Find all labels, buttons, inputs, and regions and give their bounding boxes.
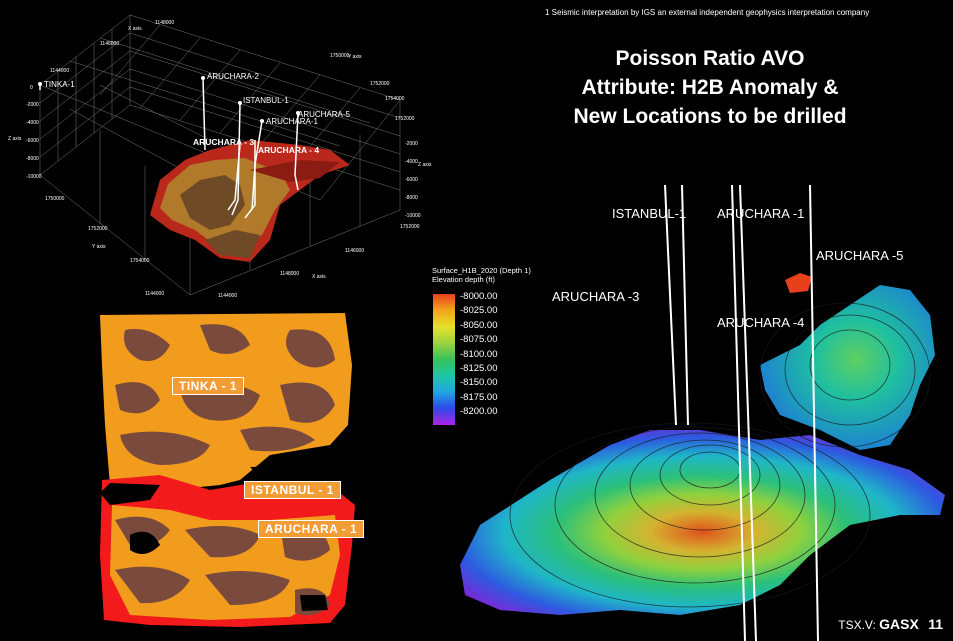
cube-well-aruchara-2: ARUCHARA-2	[207, 72, 260, 81]
legend-tick: -8100.00	[460, 348, 498, 360]
footnote: 1 Seismic interpretation by IGS an exter…	[545, 8, 870, 17]
cube-bottom-tick: 1146000	[345, 248, 364, 254]
legend-tick: -8175.00	[460, 391, 498, 403]
surface-well-aruchara-4: ARUCHARA -4	[717, 315, 804, 330]
cube-right-z-tick: -8000	[405, 195, 418, 201]
cube-x-axis-label: X axis	[128, 26, 142, 32]
cube-y-tick: 1750000	[330, 53, 350, 59]
cube-x-tick: 1148000	[155, 20, 174, 26]
map-label-istanbul-1: ISTANBUL - 1	[244, 481, 341, 499]
legend-tick: -8150.00	[460, 377, 498, 389]
legend-tick: -8200.00	[460, 406, 498, 418]
footer: TSX.V: GASX 11	[838, 616, 943, 632]
cube-right-y-tick: 1752000	[400, 224, 420, 230]
cube-left-y-tick: 1754000	[130, 258, 150, 264]
slide-title: Poisson Ratio AVO Attribute: H2B Anomaly…	[540, 44, 880, 131]
cube-3d-view: TINKA-1 ARUCHARA-2 ISTANBUL-1 ARUCHARA-5…	[8, 14, 432, 299]
surface-well-aruchara-1: ARUCHARA -1	[717, 206, 804, 221]
attribute-map-graphic	[100, 313, 355, 627]
cube-right-z-tick: -10000	[405, 213, 421, 219]
cube-z-tick: -6000	[26, 138, 39, 144]
cube-right-z-axis-label: Z axis	[418, 162, 432, 168]
title-line-3: New Locations to be drilled	[573, 105, 847, 128]
title-line-1: Poisson Ratio AVO	[615, 47, 805, 70]
legend-title-line-2: Elevation depth (ft)	[432, 275, 495, 284]
cube-z-tick: -10000	[26, 174, 42, 180]
depth-legend: Surface_H1B_2020 (Depth 1) Elevation dep…	[432, 266, 532, 425]
map-label-tinka-1: TINKA - 1	[172, 377, 245, 395]
title-line-2: Attribute: H2B Anomaly &	[581, 76, 839, 99]
legend-ticks: -8000.00 -8025.00 -8050.00 -8075.00 -810…	[460, 290, 498, 420]
legend-tick: -8125.00	[460, 362, 498, 374]
cube-z-tick: -2000	[26, 102, 39, 108]
cube-well-aruchara-4: ARUCHARA - 4	[258, 145, 319, 155]
legend-tick: -8050.00	[460, 319, 498, 331]
surface-depth-view: ISTANBUL-1 ARUCHARA -1 ARUCHARA -5 ARUCH…	[460, 185, 945, 641]
cube-z-axis-label: Z axis	[8, 136, 22, 142]
cube-y-tick: 1754000	[385, 96, 405, 102]
cube-right-tick: 1752000	[395, 116, 415, 122]
cube-x-tick: 1146000	[100, 41, 119, 47]
footer-prefix: TSX.V:	[838, 618, 876, 632]
legend-tick: -8075.00	[460, 334, 498, 346]
legend-title-line-1: Surface_H1B_2020 (Depth 1)	[432, 266, 531, 275]
cube-well-aruchara-1: ARUCHARA-1	[266, 117, 319, 126]
cube-right-z-tick: -6000	[405, 177, 418, 183]
attribute-map: TINKA - 1 ISTANBUL - 1 ARUCHARA - 1	[90, 305, 365, 635]
cube-y-axis-label: Y axis	[348, 54, 362, 60]
legend-tick: -8025.00	[460, 305, 498, 317]
cube-well-aruchara-3: ARUCHARA - 3	[193, 137, 254, 147]
cube-right-z-tick: -4000	[405, 159, 418, 165]
cube-bottom-tick: 1148000	[280, 271, 299, 277]
cube-well-tinka-1: TINKA-1	[44, 80, 75, 89]
page-number: 11	[928, 616, 943, 632]
cube-y-axis-label-bottom: Y axis	[92, 244, 106, 250]
legend-title: Surface_H1B_2020 (Depth 1) Elevation dep…	[432, 266, 532, 284]
map-label-aruchara-1: ARUCHARA - 1	[258, 520, 365, 538]
legend-tick: -8000.00	[460, 291, 498, 302]
surface-well-aruchara-3: ARUCHARA -3	[552, 289, 639, 304]
cube-left-y-tick: 1752000	[88, 226, 108, 232]
legend-color-bar	[433, 294, 455, 425]
footer-ticker: GASX	[879, 616, 919, 632]
cube-z-tick: -4000	[26, 120, 39, 126]
cube-bottom-x-tick: 1144000	[218, 293, 237, 299]
cube-x-axis-label-bottom: X axis	[312, 274, 326, 280]
surface-well-aruchara-5: ARUCHARA -5	[816, 248, 903, 263]
surface-well-istanbul-1: ISTANBUL-1	[612, 206, 686, 221]
cube-right-z-tick: -2000	[405, 141, 418, 147]
cube-bottom-tick: 1144000	[145, 291, 164, 297]
cube-z-tick: 0	[30, 85, 33, 91]
cube-z-tick: -8000	[26, 156, 39, 162]
cube-left-y-tick: 1750000	[45, 196, 65, 202]
cube-surface	[150, 140, 350, 262]
cube-well-istanbul-1: ISTANBUL-1	[243, 96, 289, 105]
cube-x-tick: 1144000	[50, 68, 69, 74]
cube-y-tick: 1752000	[370, 81, 390, 87]
